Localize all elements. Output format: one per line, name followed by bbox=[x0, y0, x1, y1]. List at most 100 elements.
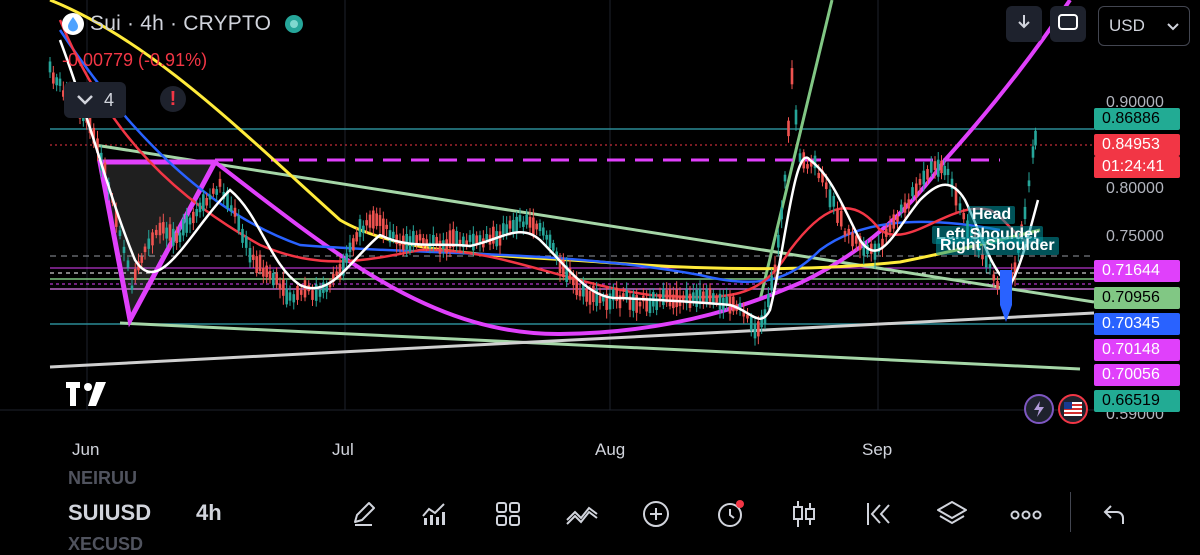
candle bbox=[455, 230, 458, 245]
plus-icon bbox=[641, 499, 671, 534]
candle bbox=[532, 217, 535, 235]
pattern-arrow[interactable] bbox=[1000, 270, 1012, 322]
candle bbox=[888, 224, 892, 232]
candle bbox=[592, 285, 595, 303]
candle bbox=[385, 224, 388, 230]
candle bbox=[783, 174, 787, 182]
candle bbox=[794, 109, 798, 125]
time-tick: Jun bbox=[72, 440, 100, 459]
candle bbox=[147, 238, 151, 249]
currency-select[interactable]: USD bbox=[1098, 6, 1190, 46]
candle bbox=[847, 228, 851, 235]
candles-icon bbox=[790, 499, 818, 534]
candle bbox=[472, 233, 475, 251]
candle bbox=[705, 289, 708, 304]
candle bbox=[58, 78, 62, 86]
layers-button[interactable] bbox=[932, 496, 972, 536]
candle bbox=[345, 253, 348, 263]
right-shoulder-label[interactable]: Right Shoulder bbox=[936, 237, 1059, 255]
price-label: 0.70148 bbox=[1094, 339, 1180, 361]
candle bbox=[780, 207, 783, 220]
candle bbox=[545, 234, 548, 240]
chart-type-button[interactable] bbox=[784, 496, 824, 536]
candlesticks[interactable] bbox=[48, 57, 1037, 346]
candle bbox=[435, 236, 438, 245]
candle bbox=[229, 205, 233, 212]
candle bbox=[954, 189, 958, 206]
layout-button[interactable] bbox=[488, 496, 528, 536]
candle bbox=[715, 296, 718, 303]
current-symbol[interactable]: SUIUSD bbox=[68, 500, 151, 526]
candle bbox=[732, 296, 735, 312]
candle bbox=[911, 187, 914, 197]
candle bbox=[725, 296, 728, 305]
trendline-white[interactable] bbox=[49, 311, 1095, 369]
drawing-tools-button[interactable] bbox=[344, 496, 384, 536]
next-symbol[interactable]: XECUSD bbox=[68, 534, 143, 555]
candle bbox=[175, 232, 178, 244]
candle bbox=[178, 232, 182, 242]
candle bbox=[278, 284, 282, 290]
us-flag-icon[interactable] bbox=[1058, 394, 1088, 424]
alert-button[interactable] bbox=[710, 496, 750, 536]
candle bbox=[192, 211, 195, 224]
candle bbox=[675, 289, 678, 308]
candle bbox=[787, 120, 790, 137]
prev-symbol[interactable]: NEIRUU bbox=[68, 468, 137, 489]
candle bbox=[528, 216, 532, 228]
more-button[interactable] bbox=[1006, 496, 1046, 536]
candle bbox=[708, 288, 712, 305]
candle bbox=[355, 232, 358, 242]
candle bbox=[172, 228, 175, 246]
indicators-button[interactable] bbox=[414, 496, 454, 536]
candle bbox=[1023, 206, 1027, 219]
lightning-icon[interactable] bbox=[1024, 394, 1054, 424]
candle bbox=[130, 285, 134, 290]
candle bbox=[538, 223, 542, 232]
layout-grid-icon bbox=[494, 500, 522, 533]
candle bbox=[918, 178, 922, 185]
candle bbox=[188, 217, 192, 225]
chevron-down-icon bbox=[1167, 16, 1179, 36]
candle bbox=[52, 72, 55, 84]
chart-area[interactable]: Sui · 4h · CRYPTO -0.00779 (-0.91%) 4 ! … bbox=[0, 0, 1200, 468]
warning-icon[interactable]: ! bbox=[160, 86, 186, 112]
candle bbox=[233, 207, 237, 217]
current-timeframe[interactable]: 4h bbox=[196, 500, 222, 526]
compare-button[interactable] bbox=[562, 496, 602, 536]
indicators-toggle-button[interactable]: 4 bbox=[64, 82, 126, 118]
candle bbox=[168, 224, 172, 241]
candle bbox=[268, 271, 272, 280]
candle bbox=[378, 215, 382, 226]
candle bbox=[498, 231, 502, 246]
candle bbox=[140, 256, 144, 263]
candle bbox=[984, 256, 988, 268]
head-label[interactable]: Head bbox=[968, 206, 1016, 224]
add-button[interactable] bbox=[636, 496, 676, 536]
candle bbox=[773, 264, 777, 272]
time-tick: Sep bbox=[862, 440, 893, 459]
download-button[interactable] bbox=[1006, 6, 1042, 42]
candle bbox=[832, 195, 836, 207]
candle bbox=[272, 272, 275, 286]
candle bbox=[806, 164, 809, 169]
undo-button[interactable] bbox=[1094, 496, 1134, 536]
candle bbox=[122, 246, 126, 253]
fullscreen-button[interactable] bbox=[1050, 6, 1086, 42]
countdown-label: 01:24:41 bbox=[1094, 156, 1180, 178]
replay-button[interactable] bbox=[858, 496, 898, 536]
candle bbox=[185, 214, 188, 233]
candle bbox=[262, 267, 265, 277]
candle bbox=[695, 289, 698, 307]
price-tick: 0.80000 bbox=[1106, 180, 1164, 197]
candle bbox=[362, 225, 365, 234]
candle bbox=[48, 61, 52, 73]
candle bbox=[244, 236, 248, 248]
candle bbox=[522, 221, 525, 227]
candle bbox=[996, 281, 999, 289]
candle bbox=[552, 243, 555, 251]
trendline-lower[interactable] bbox=[119, 321, 1081, 371]
price-change: -0.00779 (-0.91%) bbox=[62, 50, 208, 70]
symbol-header[interactable]: Sui · 4h · CRYPTO bbox=[62, 12, 304, 36]
candle bbox=[790, 68, 794, 85]
